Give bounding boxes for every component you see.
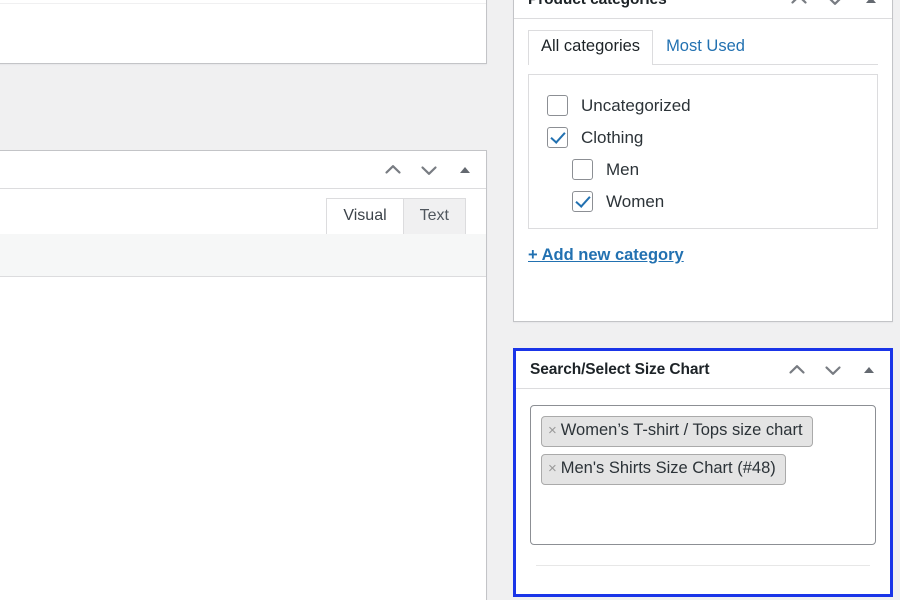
list-item-label: Women (606, 191, 665, 211)
size-chart-panel-inner: Search/Select Size Chart × Women’s T-shi… (516, 351, 890, 594)
panel-header-actions (376, 153, 482, 187)
editor-wrap: Visual Text (0, 189, 486, 570)
tab-all-categories[interactable]: All categories (528, 30, 654, 65)
checkbox-clothing[interactable] (547, 126, 568, 148)
product-short-description-panel: Visual Text (0, 150, 487, 600)
chevron-up-icon (385, 164, 401, 174)
product-categories-body: All categories Most Used Uncategorized C… (514, 19, 892, 277)
panel-header: Search/Select Size Chart (516, 351, 890, 389)
checkbox-women[interactable] (572, 190, 593, 212)
editor-content-area[interactable] (0, 277, 486, 570)
panel-header-actions (782, 0, 888, 17)
move-down-button[interactable] (818, 0, 852, 17)
toggle-panel-button[interactable] (854, 0, 888, 17)
tab-most-used[interactable]: Most Used (653, 30, 758, 64)
toggle-panel-button[interactable] (448, 153, 482, 187)
list-item-label: Uncategorized (581, 95, 691, 115)
panel-title: Search/Select Size Chart (530, 360, 710, 378)
move-up-button[interactable] (376, 153, 410, 187)
list-item-label: Clothing (581, 127, 644, 147)
product-categories-panel: Product categories (513, 0, 893, 322)
list-item: Uncategorized (547, 89, 877, 121)
tab-text[interactable]: Text (402, 198, 466, 235)
add-new-category-link[interactable]: + Add new category (528, 246, 684, 265)
chevron-up-icon (791, 0, 807, 4)
list-item-label: Men (606, 159, 640, 179)
list-item: Women (547, 185, 877, 217)
product-data-panel: ? tem per order ? (0, 0, 487, 64)
triangle-up-icon (866, 0, 876, 3)
remove-tag-icon[interactable]: × (548, 461, 557, 476)
selected-size-chart-tag: × Men's Shirts Size Chart (#48) (541, 453, 786, 485)
editor-mode-tabs: Visual Text (0, 189, 486, 235)
panel-header-actions (780, 353, 886, 387)
toggle-panel-button[interactable] (852, 353, 886, 387)
category-tabs: All categories Most Used (528, 30, 878, 65)
panel-header: Product categories (514, 0, 892, 19)
chevron-up-icon (789, 364, 805, 374)
selected-size-chart-label: Women’s T-shirt / Tops size chart (560, 421, 803, 439)
chevron-down-icon (830, 0, 840, 5)
item-per-order-row: tem per order ? (0, 3, 486, 65)
move-down-button[interactable] (412, 153, 446, 187)
size-chart-body: × Women’s T-shirt / Tops size chart × Me… (516, 389, 890, 578)
chevron-down-icon (825, 365, 841, 375)
selected-size-chart-tag: × Women’s T-shirt / Tops size chart (541, 416, 813, 447)
tab-visual[interactable]: Visual (326, 198, 404, 235)
panel-header (0, 151, 486, 189)
move-down-button[interactable] (816, 353, 850, 387)
triangle-up-icon (460, 166, 470, 173)
move-up-button[interactable] (782, 0, 816, 17)
size-chart-panel: Search/Select Size Chart × Women’s T-shi… (513, 348, 893, 597)
panel-title: Product categories (528, 0, 782, 7)
triangle-up-icon (864, 366, 874, 373)
category-checklist[interactable]: Uncategorized Clothing Men Women (528, 74, 878, 229)
page-root: ? tem per order ? (0, 0, 900, 600)
chevron-down-icon (421, 165, 437, 175)
selected-size-chart-label: Men's Shirts Size Chart (#48) (560, 458, 776, 477)
divider (536, 565, 870, 566)
size-chart-multiselect[interactable]: × Women’s T-shirt / Tops size chart × Me… (530, 405, 876, 545)
editor-toolbar (0, 233, 486, 278)
checkbox-uncategorized[interactable] (547, 94, 568, 116)
checkbox-men[interactable] (572, 158, 593, 180)
list-item: Clothing (547, 121, 877, 153)
list-item: Men (547, 153, 877, 185)
remove-tag-icon[interactable]: × (548, 423, 557, 438)
move-up-button[interactable] (780, 353, 814, 387)
